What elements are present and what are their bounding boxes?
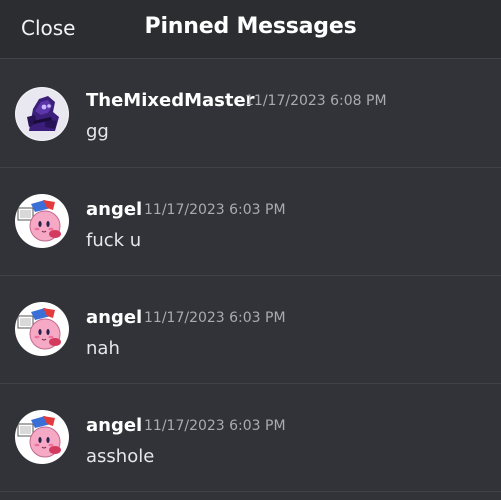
pink-kirby-avatar-icon (15, 194, 69, 248)
pinned-message[interactable]: angel 11/17/2023 6:03 PM nah (0, 276, 501, 384)
purple-creature-avatar-icon (15, 87, 69, 141)
avatar[interactable] (15, 302, 69, 356)
message-author[interactable]: angel (86, 307, 142, 328)
page-title: Pinned Messages (144, 14, 357, 39)
message-timestamp: 11/17/2023 6:03 PM (144, 310, 286, 326)
pinned-message[interactable]: angel 11/17/2023 6:03 PM asshole (0, 384, 501, 492)
pink-kirby-avatar-icon (15, 410, 69, 464)
message-author[interactable]: angel (86, 199, 142, 220)
avatar[interactable] (15, 87, 69, 141)
message-timestamp: 11/17/2023 6:03 PM (144, 202, 286, 218)
message-content: nah (86, 338, 120, 359)
divider (0, 491, 501, 492)
message-timestamp: 11/17/2023 6:08 PM (245, 93, 387, 109)
pink-kirby-avatar-icon (15, 302, 69, 356)
avatar[interactable] (15, 410, 69, 464)
message-author[interactable]: TheMixedMaster (86, 90, 255, 111)
message-author[interactable]: angel (86, 415, 142, 436)
pinned-message[interactable]: TheMixedMaster 11/17/2023 6:08 PM gg (0, 59, 501, 167)
header-bar: Close Pinned Messages (0, 0, 501, 58)
message-content: fuck u (86, 230, 142, 251)
pinned-message[interactable]: angel 11/17/2023 6:03 PM fuck u (0, 168, 501, 276)
message-content: gg (86, 121, 109, 142)
message-timestamp: 11/17/2023 6:03 PM (144, 418, 286, 434)
avatar[interactable] (15, 194, 69, 248)
message-content: asshole (86, 446, 155, 467)
